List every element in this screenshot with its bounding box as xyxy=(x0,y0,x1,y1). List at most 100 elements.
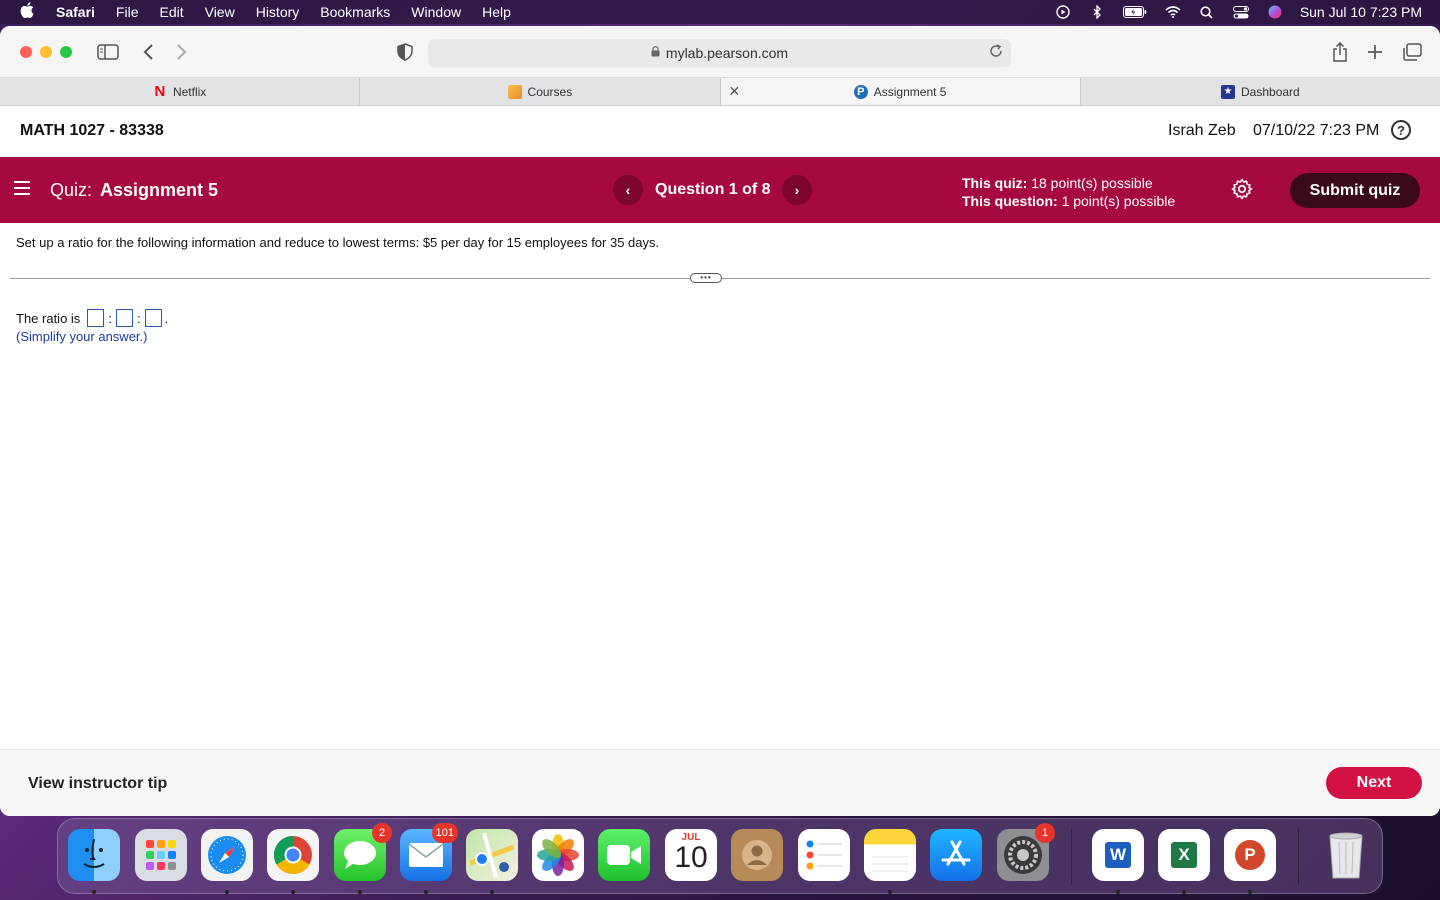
dock: 2 101 JUL 10 1 W X P xyxy=(57,818,1383,894)
tab-overview-icon[interactable] xyxy=(1400,40,1424,64)
help-icon[interactable]: ? xyxy=(1391,120,1411,140)
ratio-input-3[interactable] xyxy=(144,309,162,327)
points-info: This quiz: 18 point(s) possible This que… xyxy=(962,174,1175,210)
next-button[interactable]: Next xyxy=(1326,767,1422,799)
word-icon[interactable]: W xyxy=(1092,829,1144,881)
notes-icon[interactable] xyxy=(864,829,916,881)
messages-badge: 2 xyxy=(372,823,392,843)
settings-badge: 1 xyxy=(1035,823,1055,843)
ratio-input-2[interactable] xyxy=(115,309,133,327)
user-name: Israh Zeb xyxy=(1168,122,1236,139)
ratio-input-1[interactable] xyxy=(87,309,105,327)
mail-icon[interactable]: 101 xyxy=(400,823,458,881)
siri-icon[interactable] xyxy=(1266,5,1284,19)
instructor-tip-link[interactable]: View instructor tip xyxy=(28,775,167,793)
calendar-icon[interactable]: JUL 10 xyxy=(665,829,717,881)
status-area: Sun Jul 10 7:23 PM xyxy=(1054,0,1422,24)
reload-icon[interactable] xyxy=(989,44,1003,62)
running-indicator xyxy=(225,890,229,894)
hamburger-menu-icon[interactable] xyxy=(14,181,30,195)
tab-netflix[interactable]: N Netflix xyxy=(0,78,361,105)
sentence-period: . xyxy=(164,310,169,326)
new-tab-plus-icon[interactable] xyxy=(1363,40,1387,64)
minimize-window-button[interactable] xyxy=(40,46,52,58)
submit-quiz-button[interactable]: Submit quiz xyxy=(1290,173,1420,208)
window-controls xyxy=(20,46,72,58)
question-points-label: This question: xyxy=(962,193,1058,209)
answer-prefix: The ratio is xyxy=(16,310,81,326)
close-tab-icon[interactable]: ✕ xyxy=(729,83,741,100)
wifi-icon[interactable] xyxy=(1164,5,1182,19)
photos-icon[interactable] xyxy=(532,829,584,881)
menu-bookmarks[interactable]: Bookmarks xyxy=(320,4,390,20)
running-indicator xyxy=(358,890,362,894)
menu-file[interactable]: File xyxy=(116,4,139,20)
previous-question-button[interactable]: ‹ xyxy=(613,175,643,205)
finder-icon[interactable] xyxy=(68,829,120,881)
chrome-icon[interactable] xyxy=(267,829,319,881)
menu-edit[interactable]: Edit xyxy=(159,4,183,20)
settings-gear-icon[interactable] xyxy=(1231,178,1253,200)
app-store-icon[interactable] xyxy=(930,829,982,881)
netflix-icon: N xyxy=(154,83,166,100)
address-bar[interactable]: mylab.pearson.com xyxy=(428,39,1011,67)
facetime-icon[interactable] xyxy=(598,829,650,881)
menu-help[interactable]: Help xyxy=(482,4,511,20)
maps-icon[interactable] xyxy=(466,829,518,881)
question-counter[interactable]: Question 1 of 8 xyxy=(655,181,771,199)
course-title: MATH 1027 - 83338 xyxy=(20,122,164,139)
trash-icon[interactable] xyxy=(1320,829,1372,881)
dock-separator xyxy=(1298,829,1299,885)
pane-resize-handle[interactable]: ••• xyxy=(690,273,722,283)
quiz-points-label: This quiz: xyxy=(962,175,1028,191)
tab-label: Dashboard xyxy=(1241,84,1300,99)
quiz-bar: Quiz: Assignment 5 ‹ Question 1 of 8 › T… xyxy=(0,157,1440,223)
running-indicator xyxy=(291,890,295,894)
contacts-icon[interactable] xyxy=(731,829,783,881)
back-arrow-icon[interactable] xyxy=(136,40,160,64)
bluetooth-icon[interactable] xyxy=(1088,5,1106,19)
tab-label: Netflix xyxy=(172,84,207,99)
system-preferences-icon[interactable]: 1 xyxy=(997,823,1055,881)
running-indicator xyxy=(888,890,892,894)
sidebar-toggle-icon[interactable] xyxy=(96,40,120,64)
messages-icon[interactable]: 2 xyxy=(334,823,392,881)
browser-toolbar: mylab.pearson.com xyxy=(0,26,1440,78)
quiz-name: Assignment 5 xyxy=(100,180,219,200)
menu-bar: Safari File Edit View History Bookmarks … xyxy=(0,0,1440,24)
privacy-shield-icon[interactable] xyxy=(393,40,417,64)
powerpoint-icon[interactable]: P xyxy=(1224,829,1276,881)
battery-icon[interactable] xyxy=(1122,5,1148,19)
running-indicator xyxy=(490,890,494,894)
question-footer: View instructor tip Next xyxy=(0,749,1440,816)
forward-arrow-icon[interactable] xyxy=(170,40,194,64)
play-icon[interactable] xyxy=(1054,5,1072,19)
spotlight-search-icon[interactable] xyxy=(1198,5,1216,19)
share-icon[interactable] xyxy=(1328,40,1352,64)
launchpad-icon[interactable] xyxy=(135,829,187,881)
running-indicator xyxy=(1182,890,1186,894)
apple-menu-icon[interactable] xyxy=(20,1,34,23)
tab-label: Assignment 5 xyxy=(873,84,947,99)
zoom-window-button[interactable] xyxy=(60,46,72,58)
close-window-button[interactable] xyxy=(20,46,32,58)
control-center-icon[interactable] xyxy=(1232,5,1250,19)
ratio-separator: : xyxy=(136,310,141,326)
tab-dashboard[interactable]: ★ Dashboard xyxy=(1081,78,1440,105)
tab-assignment-5[interactable]: ✕ P Assignment 5 xyxy=(720,78,1081,105)
next-question-button[interactable]: › xyxy=(782,175,812,205)
excel-icon[interactable]: X xyxy=(1158,829,1210,881)
tab-courses[interactable]: Courses xyxy=(360,78,721,105)
running-indicator xyxy=(424,890,428,894)
tab-label: Courses xyxy=(527,84,573,99)
calendar-day: 10 xyxy=(674,841,708,874)
answer-row: The ratio is : : . xyxy=(16,309,168,327)
menu-window[interactable]: Window xyxy=(411,4,461,20)
menu-app-name[interactable]: Safari xyxy=(56,4,95,20)
courses-icon xyxy=(507,84,522,99)
reminders-icon[interactable] xyxy=(798,829,850,881)
menu-history[interactable]: History xyxy=(256,4,300,20)
safari-icon[interactable] xyxy=(201,829,253,881)
clock-text[interactable]: Sun Jul 10 7:23 PM xyxy=(1300,4,1422,20)
menu-view[interactable]: View xyxy=(205,4,235,20)
